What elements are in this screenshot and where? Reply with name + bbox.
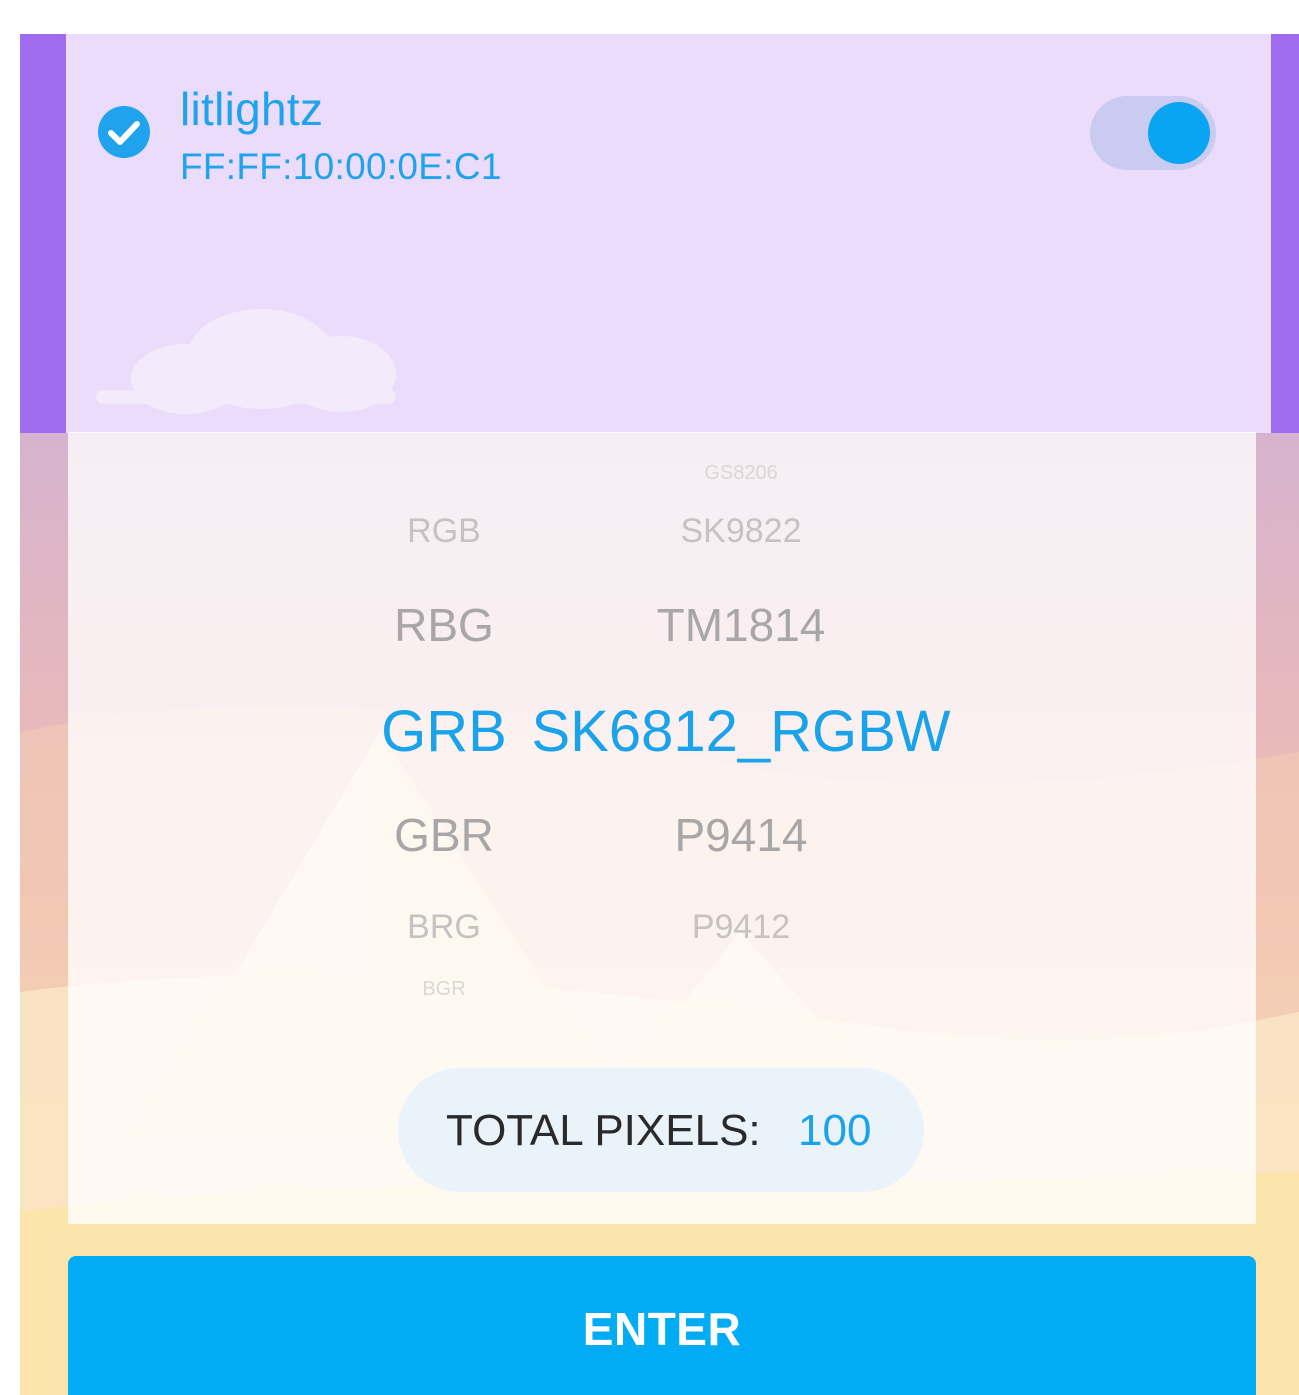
picker-option[interactable]: P9414 [674,808,807,862]
check-circle-icon [98,106,150,158]
cloud-icon [96,309,396,414]
enter-button[interactable]: ENTER [68,1256,1256,1395]
picker-option[interactable]: GBR [394,808,494,862]
screen: litlightz FF:FF:10:00:0E:C1 RGB RBG GRB … [0,0,1299,1395]
picker-option[interactable]: P9412 [692,908,790,947]
picker-option-selected[interactable]: GRB [381,698,507,765]
enter-button-label: ENTER [582,1303,742,1355]
picker-option[interactable]: BRG [407,908,481,947]
total-pixels-field[interactable]: TOTAL PIXELS: 100 [398,1068,924,1192]
total-pixels-label: TOTAL PIXELS: [446,1106,761,1155]
device-name: litlightz [180,83,324,135]
picker-option[interactable]: BGR [422,978,465,1001]
picker-option[interactable]: TM1814 [657,598,826,652]
device-mac-address: FF:FF:10:00:0E:C1 [180,146,502,187]
total-pixels-value[interactable]: 100 [798,1106,871,1156]
toggle-knob [1148,102,1210,164]
device-card[interactable]: litlightz FF:FF:10:00:0E:C1 [20,34,1299,433]
picker-option[interactable]: RGB [407,512,481,551]
picker-option-selected[interactable]: SK6812_RGBW [531,698,950,765]
picker-option[interactable]: SK9822 [681,512,802,551]
power-toggle[interactable] [1090,96,1216,170]
picker-option[interactable]: GS8206 [704,462,777,485]
picker-option[interactable]: RBG [394,598,494,652]
